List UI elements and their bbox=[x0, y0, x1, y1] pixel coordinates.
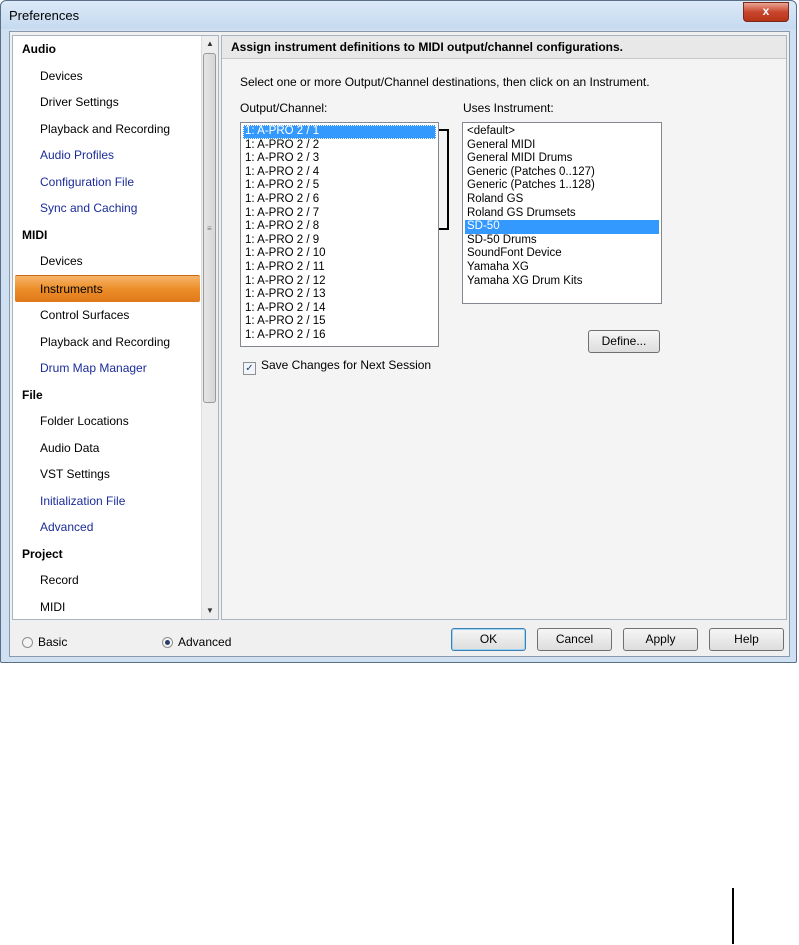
window-title: Preferences bbox=[9, 8, 80, 23]
instrument-item[interactable]: Yamaha XG bbox=[465, 261, 659, 275]
sidebar-item[interactable]: Sync and Caching bbox=[13, 195, 202, 222]
instrument-item[interactable]: Yamaha XG Drum Kits bbox=[465, 275, 659, 289]
radio-advanced-icon bbox=[162, 637, 173, 648]
output-channel-list[interactable]: 1: A-PRO 2 / 1 1: A-PRO 2 / 2 1: A-PRO 2 /… bbox=[240, 122, 439, 347]
sidebar-item[interactable]: Configuration File bbox=[13, 169, 202, 196]
sidebar-item[interactable]: Audio Data bbox=[13, 435, 202, 462]
output-channel-item[interactable]: 1: A-PRO 2 / 8 bbox=[243, 220, 436, 234]
instrument-item[interactable]: SD-50 bbox=[465, 220, 659, 234]
basic-mode-label: Basic bbox=[38, 635, 68, 649]
radio-basic-icon bbox=[22, 637, 33, 648]
checkmark-icon: ✓ bbox=[245, 363, 254, 374]
instrument-item[interactable]: General MIDI bbox=[465, 139, 659, 153]
output-channel-item[interactable]: 1: A-PRO 2 / 4 bbox=[243, 166, 436, 180]
sidebar-scrollbar[interactable]: ▲ ≡ ▼ bbox=[201, 36, 218, 619]
close-button[interactable]: x bbox=[743, 2, 789, 22]
cancel-button[interactable]: Cancel bbox=[537, 628, 612, 651]
sidebar-item[interactable]: VST Settings bbox=[13, 461, 202, 488]
sidebar-item[interactable]: Devices bbox=[13, 248, 202, 275]
panel-header: Assign instrument definitions to MIDI ou… bbox=[222, 36, 786, 59]
instrument-item[interactable]: Generic (Patches 0..127) bbox=[465, 166, 659, 180]
define-button[interactable]: Define... bbox=[588, 330, 660, 353]
output-channel-item[interactable]: 1: A-PRO 2 / 12 bbox=[243, 275, 436, 289]
output-channel-item[interactable]: 1: A-PRO 2 / 13 bbox=[243, 288, 436, 302]
output-channel-item[interactable]: 1: A-PRO 2 / 1 bbox=[243, 125, 436, 139]
sidebar-item[interactable]: Instruments bbox=[15, 274, 200, 302]
instrument-item[interactable]: Generic (Patches 1..128) bbox=[465, 179, 659, 193]
output-channel-item[interactable]: 1: A-PRO 2 / 14 bbox=[243, 302, 436, 316]
instrument-item[interactable]: SoundFont Device bbox=[465, 247, 659, 261]
output-channel-item[interactable]: 1: A-PRO 2 / 10 bbox=[243, 247, 436, 261]
apply-button[interactable]: Apply bbox=[623, 628, 698, 651]
output-channel-item[interactable]: 1: A-PRO 2 / 2 bbox=[243, 139, 436, 153]
preferences-sidebar: Audio Devices Driver Settings Playback and … bbox=[12, 35, 219, 620]
preferences-window: Preferences x Audio Devices Driver Setting… bbox=[0, 0, 797, 663]
close-icon: x bbox=[762, 4, 770, 18]
uses-instrument-label: Uses Instrument: bbox=[463, 101, 554, 115]
sidebar-item[interactable]: Record bbox=[13, 567, 202, 594]
sidebar-category[interactable]: MIDI bbox=[13, 222, 202, 249]
output-channel-item[interactable]: 1: A-PRO 2 / 16 bbox=[243, 329, 436, 343]
help-button[interactable]: Help bbox=[709, 628, 784, 651]
output-channel-item[interactable]: 1: A-PRO 2 / 15 bbox=[243, 315, 436, 329]
instrument-item[interactable]: General MIDI Drums bbox=[465, 152, 659, 166]
output-channel-item[interactable]: 1: A-PRO 2 / 9 bbox=[243, 234, 436, 248]
scrollbar-thumb[interactable]: ≡ bbox=[203, 53, 216, 403]
sidebar-item[interactable]: Audio Profiles bbox=[13, 142, 202, 169]
scroll-down-icon[interactable]: ▼ bbox=[202, 603, 218, 619]
sidebar-category[interactable]: File bbox=[13, 382, 202, 409]
basic-mode-radio[interactable]: Basic bbox=[22, 635, 67, 649]
sidebar-item[interactable]: Devices bbox=[13, 63, 202, 90]
save-changes-label: Save Changes for Next Session bbox=[261, 358, 432, 372]
instruments-panel: Assign instrument definitions to MIDI ou… bbox=[221, 35, 787, 620]
sidebar-item[interactable]: MIDI bbox=[13, 594, 202, 620]
output-channel-item[interactable]: 1: A-PRO 2 / 3 bbox=[243, 152, 436, 166]
sidebar-item[interactable]: Advanced bbox=[13, 514, 202, 541]
save-changes-checkbox[interactable]: ✓ bbox=[243, 362, 256, 375]
save-changes-option[interactable]: ✓ Save Changes for Next Session bbox=[243, 358, 431, 375]
sidebar-item[interactable]: Playback and Recording bbox=[13, 329, 202, 356]
instrument-item[interactable]: Roland GS Drumsets bbox=[465, 207, 659, 221]
output-channel-item[interactable]: 1: A-PRO 2 / 7 bbox=[243, 207, 436, 221]
instrument-item[interactable]: <default> bbox=[465, 125, 659, 139]
dialog-client-area: Audio Devices Driver Settings Playback and … bbox=[9, 31, 790, 657]
dialog-footer: Basic Advanced OK Cancel Apply Help bbox=[10, 623, 789, 656]
advanced-mode-radio[interactable]: Advanced bbox=[162, 635, 231, 649]
page-margin-bar bbox=[732, 888, 734, 944]
category-tree: Audio Devices Driver Settings Playback and … bbox=[13, 36, 202, 620]
output-channel-item[interactable]: 1: A-PRO 2 / 6 bbox=[243, 193, 436, 207]
ok-button[interactable]: OK bbox=[451, 628, 526, 651]
instrument-item[interactable]: SD-50 Drums bbox=[465, 234, 659, 248]
grip-icon: ≡ bbox=[207, 224, 212, 233]
sidebar-category[interactable]: Audio bbox=[13, 36, 202, 63]
sidebar-item[interactable]: Driver Settings bbox=[13, 89, 202, 116]
advanced-mode-label: Advanced bbox=[178, 635, 232, 649]
sidebar-item[interactable]: Drum Map Manager bbox=[13, 355, 202, 382]
instrument-list[interactable]: <default> General MIDI General MIDI Drums G… bbox=[462, 122, 662, 304]
scroll-up-icon[interactable]: ▲ bbox=[202, 36, 218, 52]
sidebar-item[interactable]: Folder Locations bbox=[13, 408, 202, 435]
sidebar-item[interactable]: Initialization File bbox=[13, 488, 202, 515]
assignment-connector bbox=[439, 129, 449, 230]
output-channel-item[interactable]: 1: A-PRO 2 / 11 bbox=[243, 261, 436, 275]
instructions-text: Select one or more Output/Channel destin… bbox=[240, 75, 650, 89]
instrument-item[interactable]: Roland GS bbox=[465, 193, 659, 207]
output-channel-label: Output/Channel: bbox=[240, 101, 328, 115]
title-bar[interactable]: Preferences x bbox=[1, 1, 796, 29]
sidebar-item[interactable]: Control Surfaces bbox=[13, 302, 202, 329]
output-channel-item[interactable]: 1: A-PRO 2 / 5 bbox=[243, 179, 436, 193]
sidebar-item[interactable]: Playback and Recording bbox=[13, 116, 202, 143]
sidebar-category[interactable]: Project bbox=[13, 541, 202, 568]
